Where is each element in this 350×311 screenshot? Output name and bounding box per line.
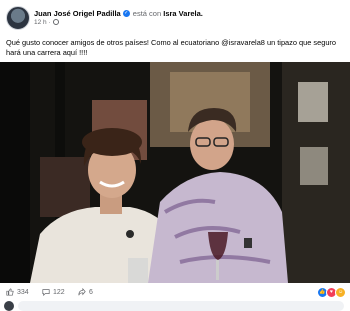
comment-input[interactable] bbox=[18, 301, 344, 311]
comment-icon bbox=[42, 289, 50, 296]
viewer-avatar bbox=[4, 301, 14, 311]
post-time[interactable]: 12 h bbox=[34, 19, 47, 26]
haha-reaction-icon: ☺ bbox=[335, 287, 346, 298]
share-count: 6 bbox=[89, 288, 93, 296]
post-meta: 12 h · bbox=[34, 19, 59, 27]
share-stat[interactable]: 6 bbox=[78, 288, 93, 297]
comment-stat[interactable]: 122 bbox=[42, 288, 65, 297]
author-avatar[interactable] bbox=[6, 6, 30, 30]
globe-icon bbox=[52, 19, 59, 26]
post-photo[interactable] bbox=[0, 62, 350, 283]
verified-badge-icon: ✓ bbox=[122, 10, 130, 18]
comment-row bbox=[4, 301, 346, 311]
author-line: Juan José Origel Padilla ✓ está con Isra … bbox=[34, 9, 203, 18]
comment-count: 122 bbox=[53, 288, 65, 296]
like-icon bbox=[6, 288, 14, 296]
tagged-person[interactable]: Isra Varela. bbox=[163, 9, 203, 18]
like-count: 334 bbox=[17, 288, 29, 296]
photo-illustration bbox=[0, 62, 350, 283]
with-text: está con bbox=[132, 9, 162, 18]
like-stat[interactable]: 334 bbox=[6, 288, 29, 297]
engagement-bar: 334 122 6 👍 ♥ ☺ bbox=[0, 285, 350, 299]
share-icon bbox=[78, 288, 86, 296]
reaction-summary[interactable]: 👍 ♥ ☺ bbox=[317, 287, 346, 298]
post-header: Juan José Origel Padilla ✓ está con Isra … bbox=[6, 6, 346, 32]
post-caption: Qué gusto conocer amigos de otros países… bbox=[6, 38, 337, 57]
author-name[interactable]: Juan José Origel Padilla bbox=[34, 9, 121, 18]
